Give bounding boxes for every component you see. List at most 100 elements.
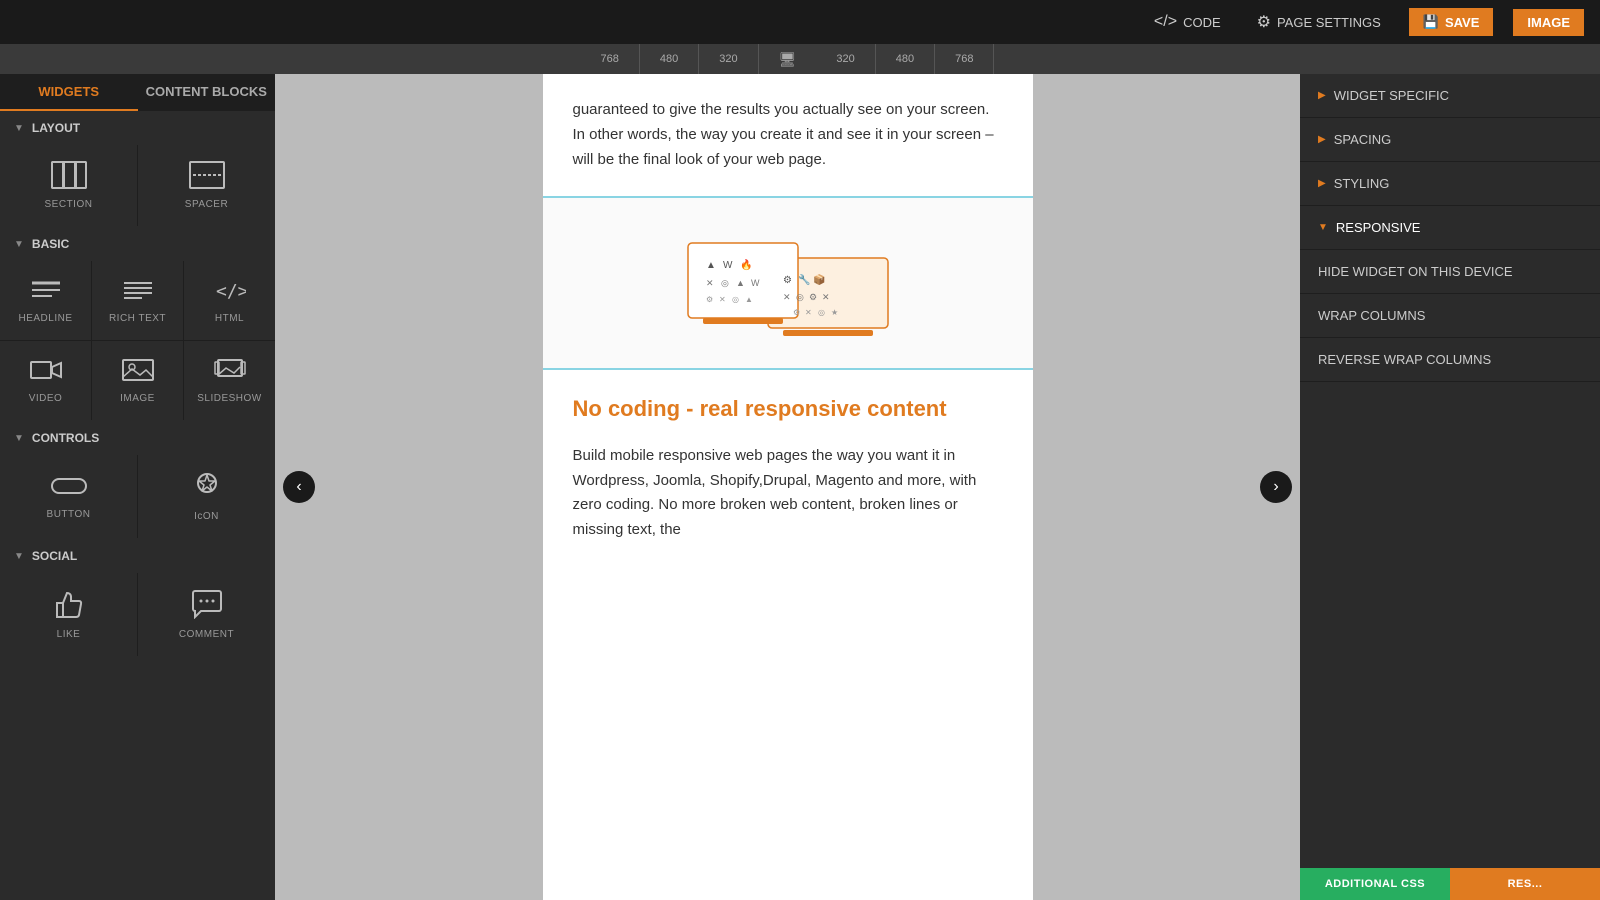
code-label: CODE	[1183, 15, 1221, 30]
widget-like[interactable]: LIKE	[0, 573, 137, 656]
controls-section-header[interactable]: ▼ CONTROLS	[0, 421, 275, 455]
svg-text:✕: ✕	[783, 292, 791, 302]
canvas-area: ‹ › guaranteed to give the results you a…	[275, 74, 1300, 900]
social-section-label: SOCIAL	[32, 549, 77, 563]
video-icon	[30, 357, 62, 387]
content-block-1: guaranteed to give the results you actua…	[543, 74, 1033, 198]
image-block: ⚙ 🔧 📦 ✕ ◎ ⚙ ✕ ⚙ ✕ ◎ ★ ▲ W 🔥	[543, 198, 1033, 370]
button-icon	[51, 473, 87, 503]
widget-comment-label: COMMENT	[179, 629, 234, 640]
widget-spacer[interactable]: SPACER	[138, 145, 275, 226]
richtext-icon	[122, 277, 154, 307]
headline-icon	[30, 277, 62, 307]
canvas-content: guaranteed to give the results you actua…	[543, 74, 1033, 900]
layout-chevron-icon: ▼	[14, 123, 24, 134]
text-block-2: Build mobile responsive web pages the wa…	[543, 432, 1033, 567]
responsive-panel[interactable]: ▼ RESPONSIVE	[1300, 206, 1600, 250]
controls-widget-grid: BUTTON IcON	[0, 455, 275, 538]
ruler: 768 480 320 🖥 320 480 768	[0, 44, 1600, 74]
widget-specific-label: WIDGET SPECIFIC	[1334, 88, 1449, 103]
left-sidebar: WIDGETS CONTENT BLOCKS ▼ LAYOUT SECTION	[0, 74, 275, 900]
reset-label: RES...	[1508, 878, 1543, 890]
svg-text:★: ★	[831, 308, 838, 317]
layout-widget-grid: SECTION SPACER	[0, 145, 275, 226]
tab-widgets[interactable]: WIDGETS	[0, 74, 138, 111]
tab-content-blocks[interactable]: CONTENT BLOCKS	[138, 74, 276, 111]
ruler-mark-480l: 480	[640, 44, 699, 74]
ruler-mark-768l: 768	[581, 44, 640, 74]
ruler-mark-320r: 320	[816, 44, 875, 74]
additional-css-button[interactable]: ADDITIONAL CSS	[1300, 868, 1450, 900]
spacing-label: SPACING	[1334, 132, 1392, 147]
save-button[interactable]: 💾 SAVE	[1409, 8, 1494, 36]
styling-label: STYLING	[1334, 176, 1390, 191]
widget-rich-text-label: RICH TEXT	[109, 313, 166, 324]
reset-button[interactable]: RES...	[1450, 868, 1600, 900]
hide-widget-text: HIDE WIDGET ON THIS DEVICE	[1318, 264, 1513, 279]
hide-widget-label[interactable]: HIDE WIDGET ON THIS DEVICE	[1300, 250, 1600, 294]
widget-headline[interactable]: HEADLINE	[0, 261, 91, 340]
layout-section-header[interactable]: ▼ LAYOUT	[0, 111, 275, 145]
social-chevron-icon: ▼	[14, 551, 24, 562]
svg-text:⚙: ⚙	[809, 292, 817, 302]
cms-illustration: ⚙ 🔧 📦 ✕ ◎ ⚙ ✕ ⚙ ✕ ◎ ★ ▲ W 🔥	[668, 218, 908, 348]
widget-video[interactable]: VIDEO	[0, 341, 91, 420]
code-button[interactable]: </> CODE	[1146, 9, 1229, 35]
right-sidebar: ▶ WIDGET SPECIFIC ▶ SPACING ▶ STYLING ▼ …	[1300, 74, 1600, 900]
section-icon	[51, 161, 87, 193]
canvas-nav-left-button[interactable]: ‹	[283, 471, 315, 503]
reverse-wrap-columns-text: REVERSE WRAP COLUMNS	[1318, 352, 1491, 367]
svg-text:◎: ◎	[721, 278, 729, 288]
widget-specific-panel[interactable]: ▶ WIDGET SPECIFIC	[1300, 74, 1600, 118]
widget-button-label: BUTTON	[47, 509, 91, 520]
like-icon	[53, 589, 85, 623]
top-bar: </> CODE ⚙ PAGE SETTINGS 💾 SAVE IMAGE	[0, 0, 1600, 44]
social-widget-grid: LIKE COMMENT	[0, 573, 275, 656]
controls-section-label: CONTROLS	[32, 431, 99, 445]
svg-text:▲: ▲	[736, 278, 745, 288]
widget-spacer-label: SPACER	[185, 199, 228, 210]
svg-text:✕: ✕	[822, 292, 830, 302]
widget-like-label: LIKE	[57, 629, 81, 640]
controls-chevron-icon: ▼	[14, 433, 24, 444]
basic-section-header[interactable]: ▼ BASIC	[0, 227, 275, 261]
widget-button[interactable]: BUTTON	[0, 455, 137, 538]
paragraph-2: Build mobile responsive web pages the wa…	[573, 444, 1003, 543]
svg-text:📦: 📦	[813, 273, 825, 286]
widget-rich-text[interactable]: RICH TEXT	[92, 261, 183, 340]
ruler-mark-320l: 320	[699, 44, 758, 74]
widget-section[interactable]: SECTION	[0, 145, 137, 226]
svg-text:⚙: ⚙	[783, 275, 792, 286]
code-icon: </>	[1154, 13, 1177, 31]
ruler-center: 🖥	[759, 44, 817, 74]
heading-block: No coding - real responsive content	[543, 370, 1033, 432]
svg-text:◎: ◎	[732, 295, 739, 304]
widget-html[interactable]: </> HTML	[184, 261, 275, 340]
main-heading: No coding - real responsive content	[573, 394, 1003, 424]
page-settings-label: PAGE SETTINGS	[1277, 15, 1381, 30]
page-settings-button[interactable]: ⚙ PAGE SETTINGS	[1249, 8, 1389, 36]
basic-chevron-icon: ▼	[14, 239, 24, 250]
reverse-wrap-columns-label[interactable]: REVERSE WRAP COLUMNS	[1300, 338, 1600, 382]
svg-text:</>: </>	[216, 281, 246, 302]
right-bottom-bar: ADDITIONAL CSS RES...	[1300, 868, 1600, 900]
canvas-scroll[interactable]: guaranteed to give the results you actua…	[275, 74, 1300, 900]
svg-text:▲: ▲	[745, 295, 753, 304]
widget-image[interactable]: IMAGE	[92, 341, 183, 420]
comment-icon	[191, 589, 223, 623]
svg-text:✕: ✕	[706, 278, 714, 288]
spacing-panel[interactable]: ▶ SPACING	[1300, 118, 1600, 162]
widget-slideshow[interactable]: SLIDESHOW	[184, 341, 275, 420]
widget-video-label: VIDEO	[29, 393, 63, 404]
basic-section-label: BASIC	[32, 237, 69, 251]
canvas-nav-right-button[interactable]: ›	[1260, 471, 1292, 503]
styling-panel[interactable]: ▶ STYLING	[1300, 162, 1600, 206]
widget-icon[interactable]: IcON	[138, 455, 275, 538]
widget-comment[interactable]: COMMENT	[138, 573, 275, 656]
widget-icon-label: IcON	[194, 511, 219, 522]
wrap-columns-label[interactable]: WRAP COLUMNS	[1300, 294, 1600, 338]
gear-icon: ⚙	[1257, 12, 1271, 32]
social-section-header[interactable]: ▼ SOCIAL	[0, 539, 275, 573]
image-mode-button[interactable]: IMAGE	[1513, 9, 1584, 36]
svg-text:◎: ◎	[796, 292, 804, 302]
